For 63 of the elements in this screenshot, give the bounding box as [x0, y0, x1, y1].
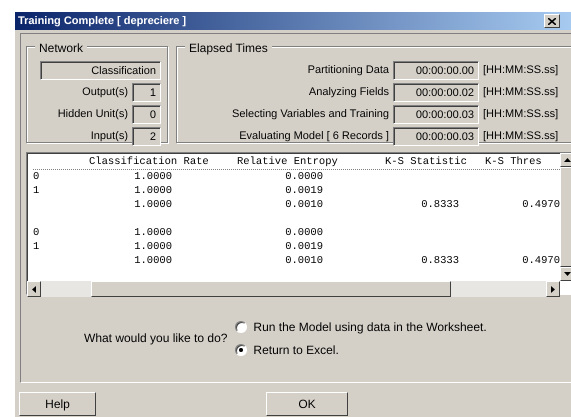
network-type-field: Classification	[40, 61, 161, 80]
column-header: K-S Thres	[485, 155, 543, 170]
table-cell-text: 1.0000	[133, 254, 172, 268]
table-cell-text: 0.4970	[521, 254, 560, 268]
table-cell-text: 0.0019	[284, 240, 323, 254]
time-field: 00:00:00.03	[393, 127, 479, 146]
field-label: Output(s)	[82, 85, 128, 100]
time-label: Analyzing Fields	[308, 85, 389, 100]
vertical-scrollbar[interactable]	[560, 153, 571, 281]
radio-button[interactable]	[235, 320, 248, 332]
table-cell-text: 1.0000	[133, 170, 172, 184]
table-cell-text: 0.0010	[284, 198, 323, 212]
time-field: 00:00:00.03	[393, 105, 479, 124]
scroll-up-button[interactable]	[560, 153, 571, 167]
down-arrow-icon	[564, 272, 570, 276]
up-arrow-icon	[564, 158, 570, 162]
radio-option[interactable]: Run the Model using data in the Worksheet.	[235, 315, 487, 338]
ok-button[interactable]: OK	[266, 392, 348, 416]
scroll-left-button[interactable]	[27, 281, 41, 297]
column-header: Relative Entropy	[237, 155, 339, 170]
window-title: Training Complete [ depreciere ]	[18, 14, 186, 29]
question-label: What would you like to do?	[84, 330, 228, 347]
value-field: 1	[132, 83, 161, 102]
close-button[interactable]	[544, 14, 560, 28]
table-cell-text: 0.0019	[284, 184, 323, 198]
unit-label: [HH:MM:SS.ss]	[483, 85, 560, 100]
unit-label: [HH:MM:SS.ss]	[483, 63, 560, 78]
value-field: 0	[132, 105, 161, 124]
table-cell-text: 0.8333	[420, 198, 459, 212]
table-cell-text: 0.0000	[284, 170, 323, 184]
help-button[interactable]: Help	[19, 392, 96, 416]
time-label: Evaluating Model [ 6 Records ]	[239, 129, 389, 144]
field-label: Input(s)	[90, 129, 128, 144]
scroll-right-button[interactable]	[546, 281, 560, 297]
horizontal-scrollbar[interactable]	[27, 281, 560, 297]
table-cell-text: 0	[33, 226, 40, 240]
table-cell-text: 1.0000	[133, 198, 172, 212]
table-cell-text: 1	[33, 240, 40, 254]
time-label: Partitioning Data	[308, 63, 389, 78]
column-header: K-S Statistic	[385, 155, 468, 170]
unit-label: [HH:MM:SS.ss]	[483, 129, 560, 144]
time-label: Selecting Variables and Training	[232, 107, 389, 122]
table-cell-text: 1.0000	[133, 226, 172, 240]
scroll-down-button[interactable]	[560, 267, 571, 281]
unit-label: [HH:MM:SS.ss]	[483, 107, 560, 122]
right-arrow-icon	[551, 286, 555, 292]
radio-option[interactable]: Return to Excel.	[235, 338, 487, 361]
table-cell-text: 0	[33, 170, 40, 184]
table-cell-text: 1.0000	[133, 184, 172, 198]
radio-button[interactable]	[235, 344, 248, 356]
table-cell-text: 0.8333	[420, 254, 459, 268]
time-field: 00:00:00.02	[393, 83, 479, 102]
field-label: Hidden Unit(s)	[58, 107, 128, 122]
left-arrow-icon	[32, 286, 36, 292]
table-cell-text: 0.4970	[521, 198, 560, 212]
table-cell-text: 1.0000	[133, 240, 172, 254]
close-icon	[548, 18, 556, 24]
column-header: Classification Rate	[89, 155, 210, 170]
table-cell-text: 0.0010	[284, 254, 323, 268]
time-field: 00:00:00.00	[393, 61, 479, 80]
value-field: 2	[132, 127, 161, 146]
table-cell-text: 1	[33, 184, 40, 198]
table-cell-text: 0.0000	[284, 226, 323, 240]
